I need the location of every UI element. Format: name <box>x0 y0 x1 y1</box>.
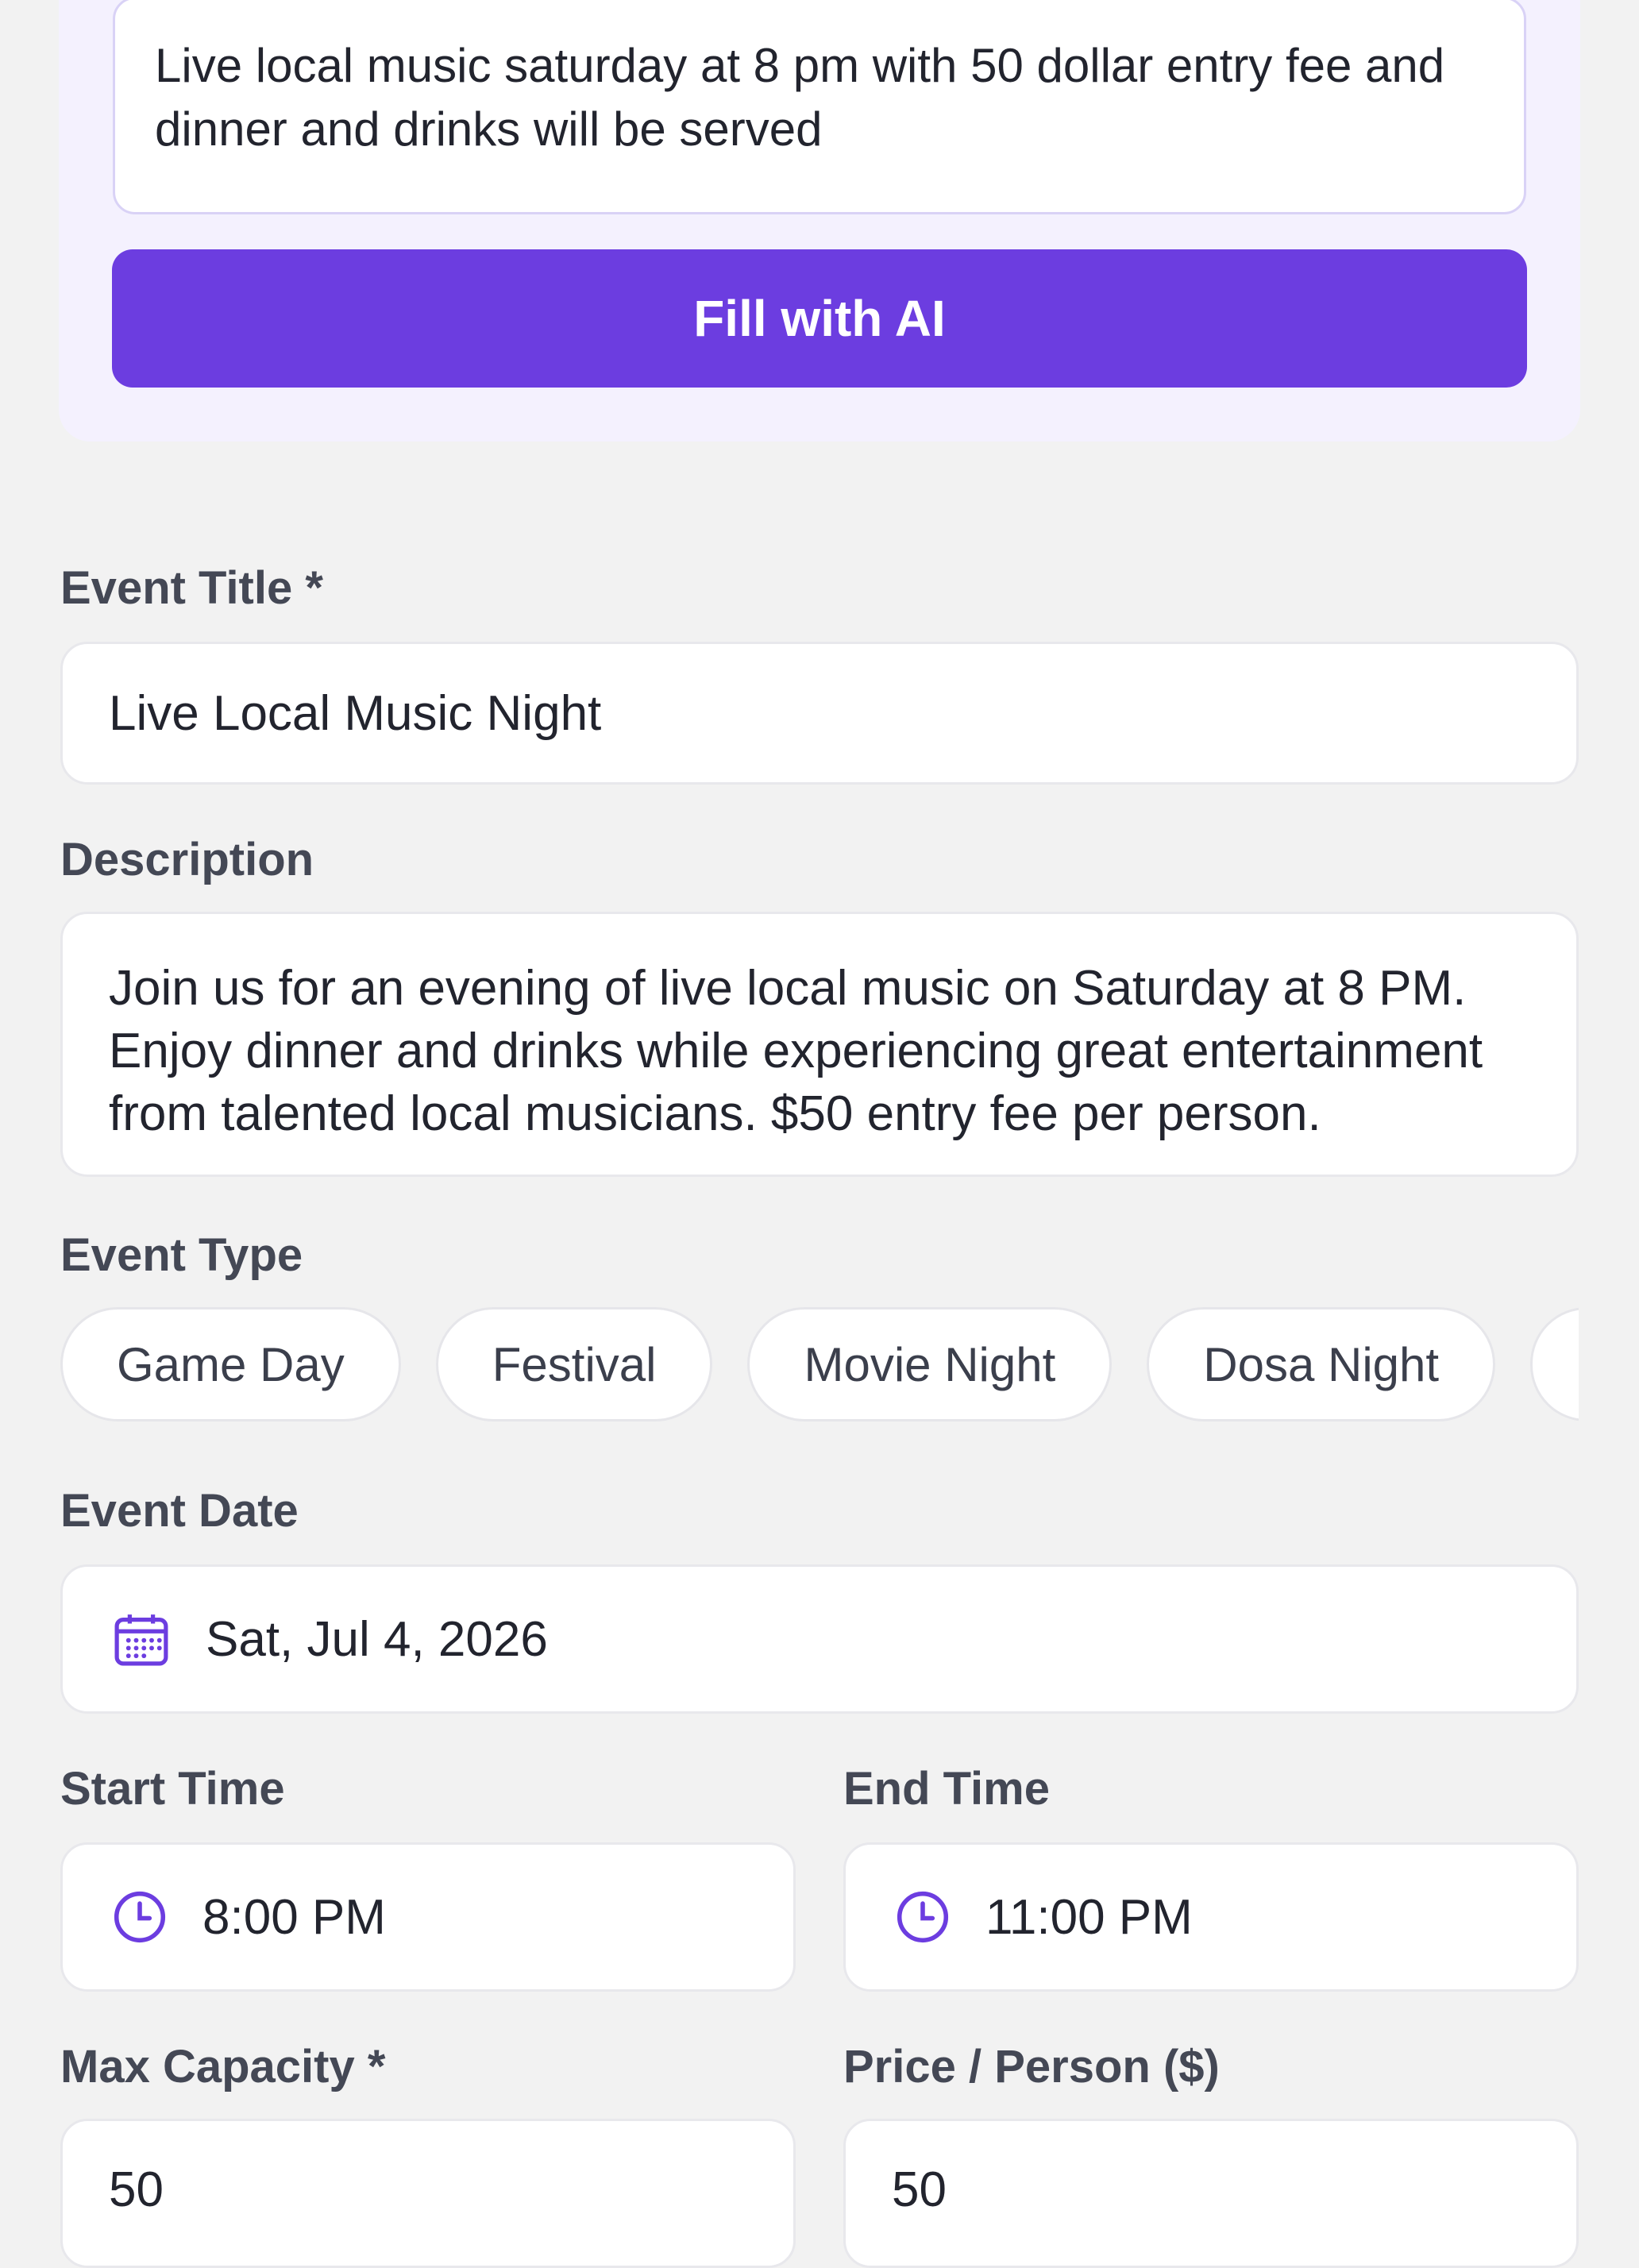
max-capacity-value: 50 <box>109 2162 164 2217</box>
chip-label: Dosa Night <box>1203 1337 1440 1391</box>
max-capacity-label: Max Capacity * <box>60 2041 386 2092</box>
description-textarea[interactable]: Join us for an evening of live local mus… <box>60 912 1579 1177</box>
event-type-chip-scroller[interactable]: Game Day Festival Movie Night Dosa Night <box>60 1307 1579 1421</box>
description-value: Join us for an evening of live local mus… <box>109 961 1483 1141</box>
end-time-value: 11:00 PM <box>985 1889 1193 1945</box>
event-date-picker[interactable]: Sat, Jul 4, 2026 <box>60 1564 1579 1714</box>
event-date-label: Event Date <box>60 1485 299 1537</box>
event-type-chip-movie-night[interactable]: Movie Night <box>747 1307 1113 1421</box>
price-per-person-label: Price / Person ($) <box>843 2041 1220 2092</box>
ai-prompt-input[interactable]: Live local music saturday at 8 pm with 5… <box>113 0 1526 214</box>
start-time-picker[interactable]: 8:00 PM <box>60 1842 796 1992</box>
start-time-label: Start Time <box>60 1763 285 1815</box>
event-type-chip-dosa-night[interactable]: Dosa Night <box>1147 1307 1496 1421</box>
chip-label: Festival <box>492 1337 657 1391</box>
price-per-person-value: 50 <box>892 2162 947 2217</box>
event-type-chip-game-day[interactable]: Game Day <box>60 1307 401 1421</box>
event-title-label: Event Title * <box>60 562 323 614</box>
price-per-person-input[interactable]: 50 <box>843 2119 1579 2268</box>
event-title-input[interactable]: Live Local Music Night <box>60 642 1579 785</box>
clock-icon <box>114 1891 166 1943</box>
calendar-icon <box>114 1614 168 1666</box>
event-date-value: Sat, Jul 4, 2026 <box>206 1611 548 1667</box>
ai-prompt-text: Live local music saturday at 8 pm with 5… <box>155 39 1445 156</box>
description-label: Description <box>60 834 314 885</box>
clock-icon <box>897 1891 949 1943</box>
event-type-label: Event Type <box>60 1229 303 1281</box>
event-type-chip-partial[interactable] <box>1530 1307 1579 1421</box>
fill-with-ai-label: Fill with AI <box>693 290 946 347</box>
end-time-picker[interactable]: 11:00 PM <box>843 1842 1579 1992</box>
chip-label: Movie Night <box>804 1337 1056 1391</box>
max-capacity-input[interactable]: 50 <box>60 2119 796 2268</box>
end-time-label: End Time <box>843 1763 1050 1815</box>
fill-with-ai-button[interactable]: Fill with AI <box>112 249 1527 388</box>
event-type-chip-festival[interactable]: Festival <box>435 1307 713 1421</box>
chip-label: Game Day <box>117 1337 345 1391</box>
start-time-value: 8:00 PM <box>202 1889 386 1945</box>
event-title-value: Live Local Music Night <box>109 685 602 741</box>
